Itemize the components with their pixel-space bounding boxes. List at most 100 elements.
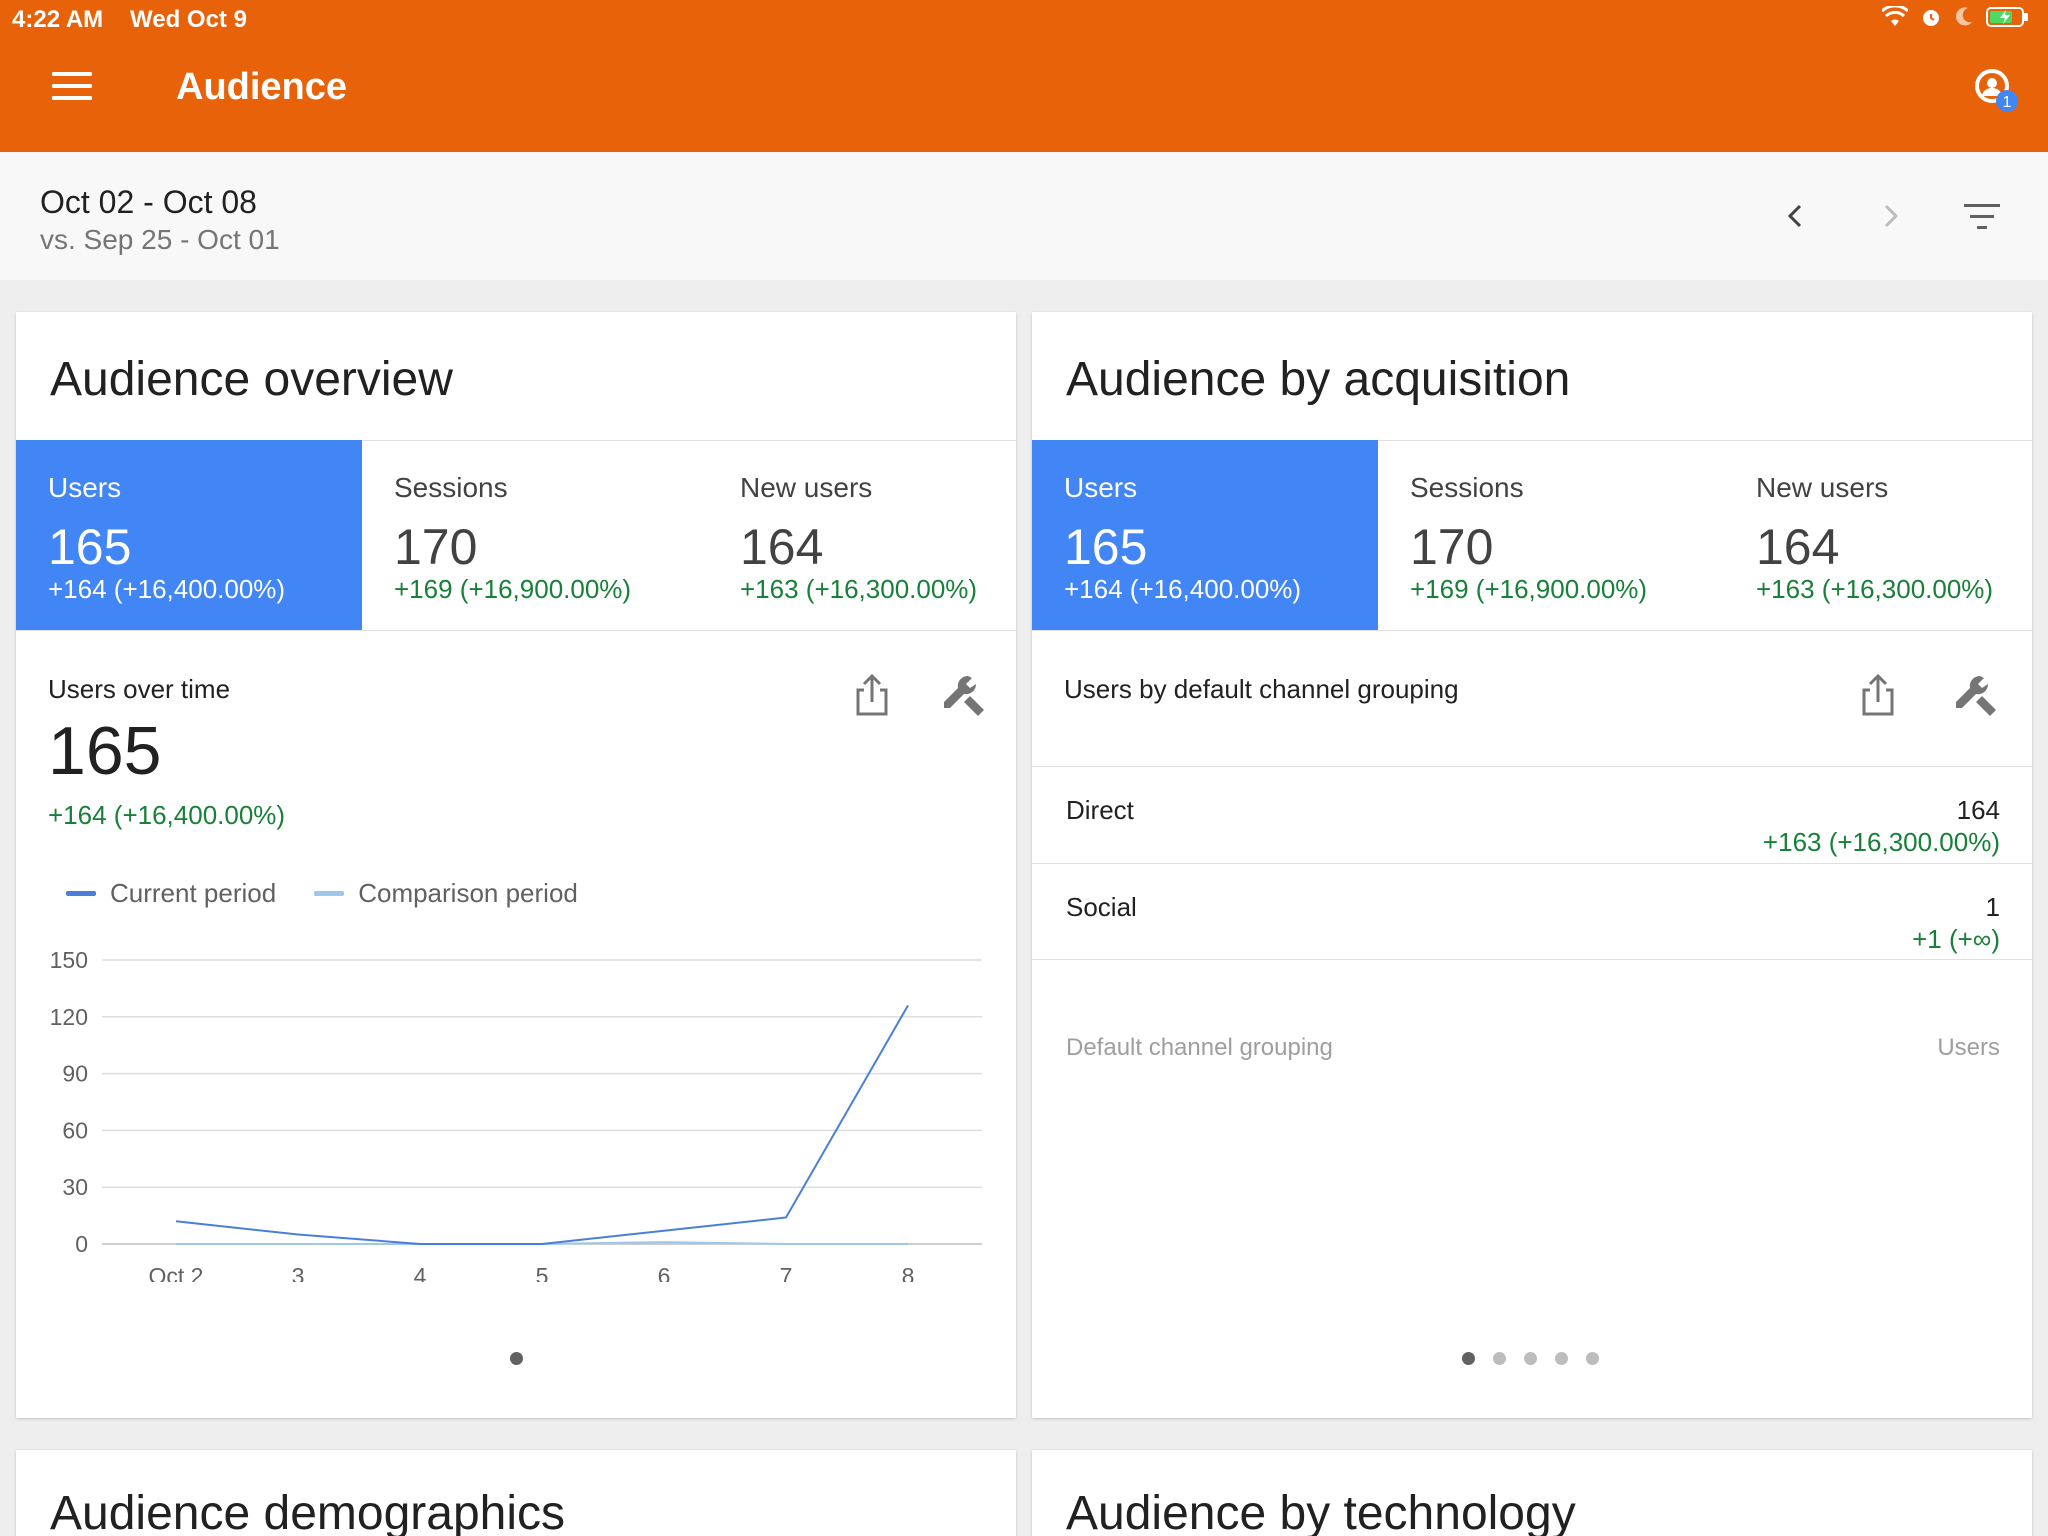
menu-icon-bar [52,96,92,100]
x-tick-label: 5 [536,1263,549,1282]
row-label: Direct [1066,795,1134,825]
x-tick-label: 8 [902,1263,915,1282]
menu-icon-bar [52,84,92,88]
date-range[interactable]: Oct 02 - Oct 08 [40,184,257,221]
metric-value: 170 [1410,519,1494,575]
divider [1032,959,2032,960]
share-icon [856,673,888,716]
page-dot[interactable] [1493,1352,1506,1365]
y-tick-label: 60 [62,1117,88,1143]
account-icon: 1 [1975,69,2018,112]
metric-value: 164 [740,519,824,575]
row-change: +163 (+16,300.00%) [1762,827,2000,857]
section-title: Users by default channel grouping [1064,674,1459,704]
metric-label: Sessions [394,472,508,503]
y-tick-label: 120 [50,1004,88,1030]
metric-change: +164 (+16,400.00%) [48,574,286,604]
chevron-right-icon [1884,204,1899,228]
menu-button[interactable] [52,72,92,104]
metric-change: +169 (+16,900.00%) [1410,574,1648,604]
card-title: Audience by technology [1066,1487,1576,1536]
metric-change: +163 (+16,300.00%) [1756,574,1994,604]
metric-tab-users[interactable]: Users 165 +164 (+16,400.00%) [1032,440,1378,630]
audience-overview-card: Audience overview Users 165 +164 (+16,40… [16,312,1016,1418]
column-header-users: Users [1937,1034,2000,1061]
page-dot[interactable] [510,1352,523,1365]
share-button[interactable] [1854,670,1902,718]
divider [16,630,1016,631]
metric-tabs: Users 165 +164 (+16,400.00%) Sessions 17… [1032,440,2032,630]
customize-button[interactable] [940,670,988,718]
metric-value: 165 [48,519,132,575]
big-change: +164 (+16,400.00%) [48,800,286,830]
x-tick-label: 3 [292,1263,305,1282]
metric-tab-new-users[interactable]: New users 164 +163 (+16,300.00%) [1724,440,2032,630]
metric-value: 170 [394,519,478,575]
metric-tab-new-users[interactable]: New users 164 +163 (+16,300.00%) [708,440,1016,630]
y-tick-label: 0 [75,1231,88,1257]
share-icon [1862,673,1894,716]
customize-button[interactable] [1952,670,2000,718]
filter-button[interactable] [1962,200,2006,234]
status-icons [1882,6,2030,28]
account-switch-button[interactable]: 1 [1970,64,2022,116]
next-period-button[interactable] [1870,196,1910,236]
comparison-range: vs. Sep 25 - Oct 01 [40,224,280,255]
column-header-channel: Default channel grouping [1066,1034,1333,1061]
chevron-left-icon [1787,204,1802,228]
alarm-icon [1923,10,1939,26]
y-tick-label: 90 [62,1061,88,1087]
x-tick-label: 7 [780,1263,793,1282]
section-title: Users over time [48,674,231,704]
metric-tab-sessions[interactable]: Sessions 170 +169 (+16,900.00%) [362,440,708,630]
page-dot[interactable] [1586,1352,1599,1365]
metric-label: Users [1064,472,1138,503]
share-button[interactable] [848,670,896,718]
row-value: 1 [1985,892,2000,922]
wrench-icon [944,675,984,716]
page-dot[interactable] [1462,1352,1475,1365]
row-label: Social [1066,892,1137,922]
metric-tabs: Users 165 +164 (+16,400.00%) Sessions 17… [16,440,1016,630]
metric-tab-sessions[interactable]: Sessions 170 +169 (+16,900.00%) [1378,440,1724,630]
metric-label: New users [1756,472,1889,503]
moon-icon [1955,7,1972,26]
status-time: 4:22 AM [12,6,104,33]
previous-period-button[interactable] [1776,196,1816,236]
page-indicator [510,1352,523,1365]
x-tick-label: Oct 2 [149,1263,204,1282]
audience-acquisition-card: Audience by acquisition Users 165 +164 (… [1032,312,2032,1418]
users-over-time-chart: 150 120 90 60 30 0 Oct 2 3 4 5 6 7 8 [50,947,982,1282]
chart-legend: Current period Comparison period [66,878,578,909]
notification-badge: 1 [2003,94,2012,111]
metric-change: +163 (+16,300.00%) [740,574,978,604]
row-change: +1 (+∞) [1912,924,2000,954]
card-title: Audience demographics [50,1487,565,1536]
page-title: Audience [176,66,348,108]
page-dot[interactable] [1555,1352,1568,1365]
y-tick-label: 150 [50,947,88,973]
row-value: 164 [1956,795,2000,825]
metric-tab-users[interactable]: Users 165 +164 (+16,400.00%) [16,440,362,630]
metric-change: +164 (+16,400.00%) [1064,574,1302,604]
wifi-icon [1882,6,1908,26]
metric-label: Sessions [1410,472,1524,503]
divider [1032,630,2032,631]
date-range-bar: Oct 02 - Oct 08 vs. Sep 25 - Oct 01 [0,152,2048,280]
metric-label: Users [48,472,122,503]
metric-change: +169 (+16,900.00%) [394,574,632,604]
legend-swatch-current [66,891,96,896]
status-date: Wed Oct 9 [130,6,247,33]
card-title: Audience overview [50,353,453,406]
battery-icon [1986,7,2028,27]
table-row[interactable]: Social 1 +1 (+∞) [1032,864,2032,960]
legend-label-comparison: Comparison period [358,878,578,908]
x-tick-label: 4 [414,1263,427,1282]
card-title: Audience by acquisition [1066,353,1571,406]
page-dot[interactable] [1524,1352,1537,1365]
big-value: 165 [48,713,162,789]
x-tick-label: 6 [658,1263,671,1282]
menu-icon-bar [52,72,92,76]
table-row[interactable]: Direct 164 +163 (+16,300.00%) [1032,767,2032,863]
legend-label-current: Current period [110,878,277,908]
